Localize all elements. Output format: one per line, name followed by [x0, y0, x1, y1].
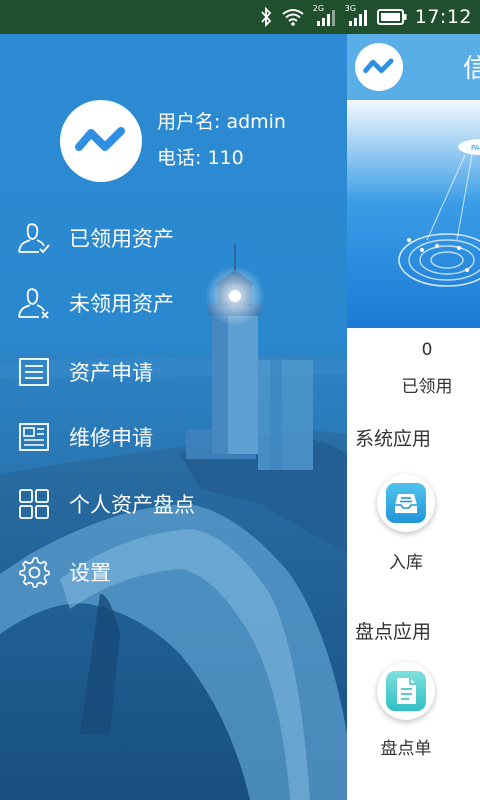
- profile-info: 用户名: admin 电话: 110: [157, 104, 286, 176]
- banner-image: PA: [347, 100, 480, 328]
- signal-icon: [348, 10, 367, 26]
- list-icon: [17, 355, 51, 389]
- status-icons: 2G 3G 17:12: [259, 4, 472, 29]
- status-bar: 2G 3G 17:12: [0, 0, 480, 34]
- navigation-drawer: 用户名: admin 电话: 110 已领用资产 未领用资产 资产申请 维修申请…: [0, 34, 347, 800]
- app-inbound-label: 入库: [389, 553, 423, 573]
- section-title-inventory-apps: 盘点应用: [355, 621, 432, 643]
- menu-item-asset-request[interactable]: 资产申请: [0, 344, 347, 400]
- signal-2g: 2G: [313, 4, 337, 27]
- username-label: 用户名: admin: [157, 111, 286, 133]
- menu-item-label: 个人资产盘点: [69, 493, 195, 517]
- menu-item-label: 未领用资产: [69, 292, 174, 316]
- claimed-count: 0: [421, 340, 433, 360]
- user-check-icon: [17, 221, 51, 255]
- signal-3g: 3G: [345, 4, 369, 27]
- phone-label: 电话: 110: [157, 147, 244, 169]
- app-title: 信: [463, 54, 480, 84]
- section-title-system-apps: 系统应用: [355, 428, 432, 450]
- bluetooth-icon: [261, 7, 271, 27]
- document-icon: [386, 671, 426, 711]
- header-logo[interactable]: [355, 43, 403, 91]
- app-header: 信: [347, 34, 480, 100]
- menu-item-label: 维修申请: [69, 426, 153, 450]
- claimed-label: 已领用: [401, 377, 453, 397]
- app-inventory-sheet-label: 盘点单: [380, 739, 432, 759]
- grid-icon: [17, 487, 51, 521]
- app-inventory-sheet-button[interactable]: [377, 662, 435, 720]
- menu-item-claimed-assets[interactable]: 已领用资产: [0, 210, 347, 266]
- main-screen[interactable]: 信 PA 0 已领用 系统应用 入库 盘点应用 盘点单: [347, 34, 480, 800]
- menu-item-label: 已领用资产: [69, 227, 174, 251]
- svg-text:PA: PA: [471, 144, 480, 152]
- user-x-icon: [17, 286, 51, 320]
- status-time: 17:12: [414, 6, 472, 28]
- menu-item-label: 设置: [69, 561, 111, 585]
- app-inbound-button[interactable]: [377, 474, 435, 532]
- logo-icon: [75, 127, 125, 151]
- gear-icon: [17, 555, 51, 589]
- battery-icon: [376, 9, 407, 25]
- wifi-icon: [282, 9, 304, 26]
- menu-item-personal-inventory[interactable]: 个人资产盘点: [0, 476, 347, 532]
- inbox-icon: [386, 483, 426, 523]
- menu-item-settings[interactable]: 设置: [0, 544, 347, 600]
- newspaper-icon: [17, 420, 51, 454]
- signal-icon: [316, 10, 335, 26]
- menu-item-unclaimed-assets[interactable]: 未领用资产: [0, 275, 347, 331]
- profile-avatar[interactable]: [60, 100, 142, 182]
- menu-item-label: 资产申请: [69, 361, 153, 385]
- menu-item-repair-request[interactable]: 维修申请: [0, 409, 347, 465]
- logo-icon: [363, 58, 394, 74]
